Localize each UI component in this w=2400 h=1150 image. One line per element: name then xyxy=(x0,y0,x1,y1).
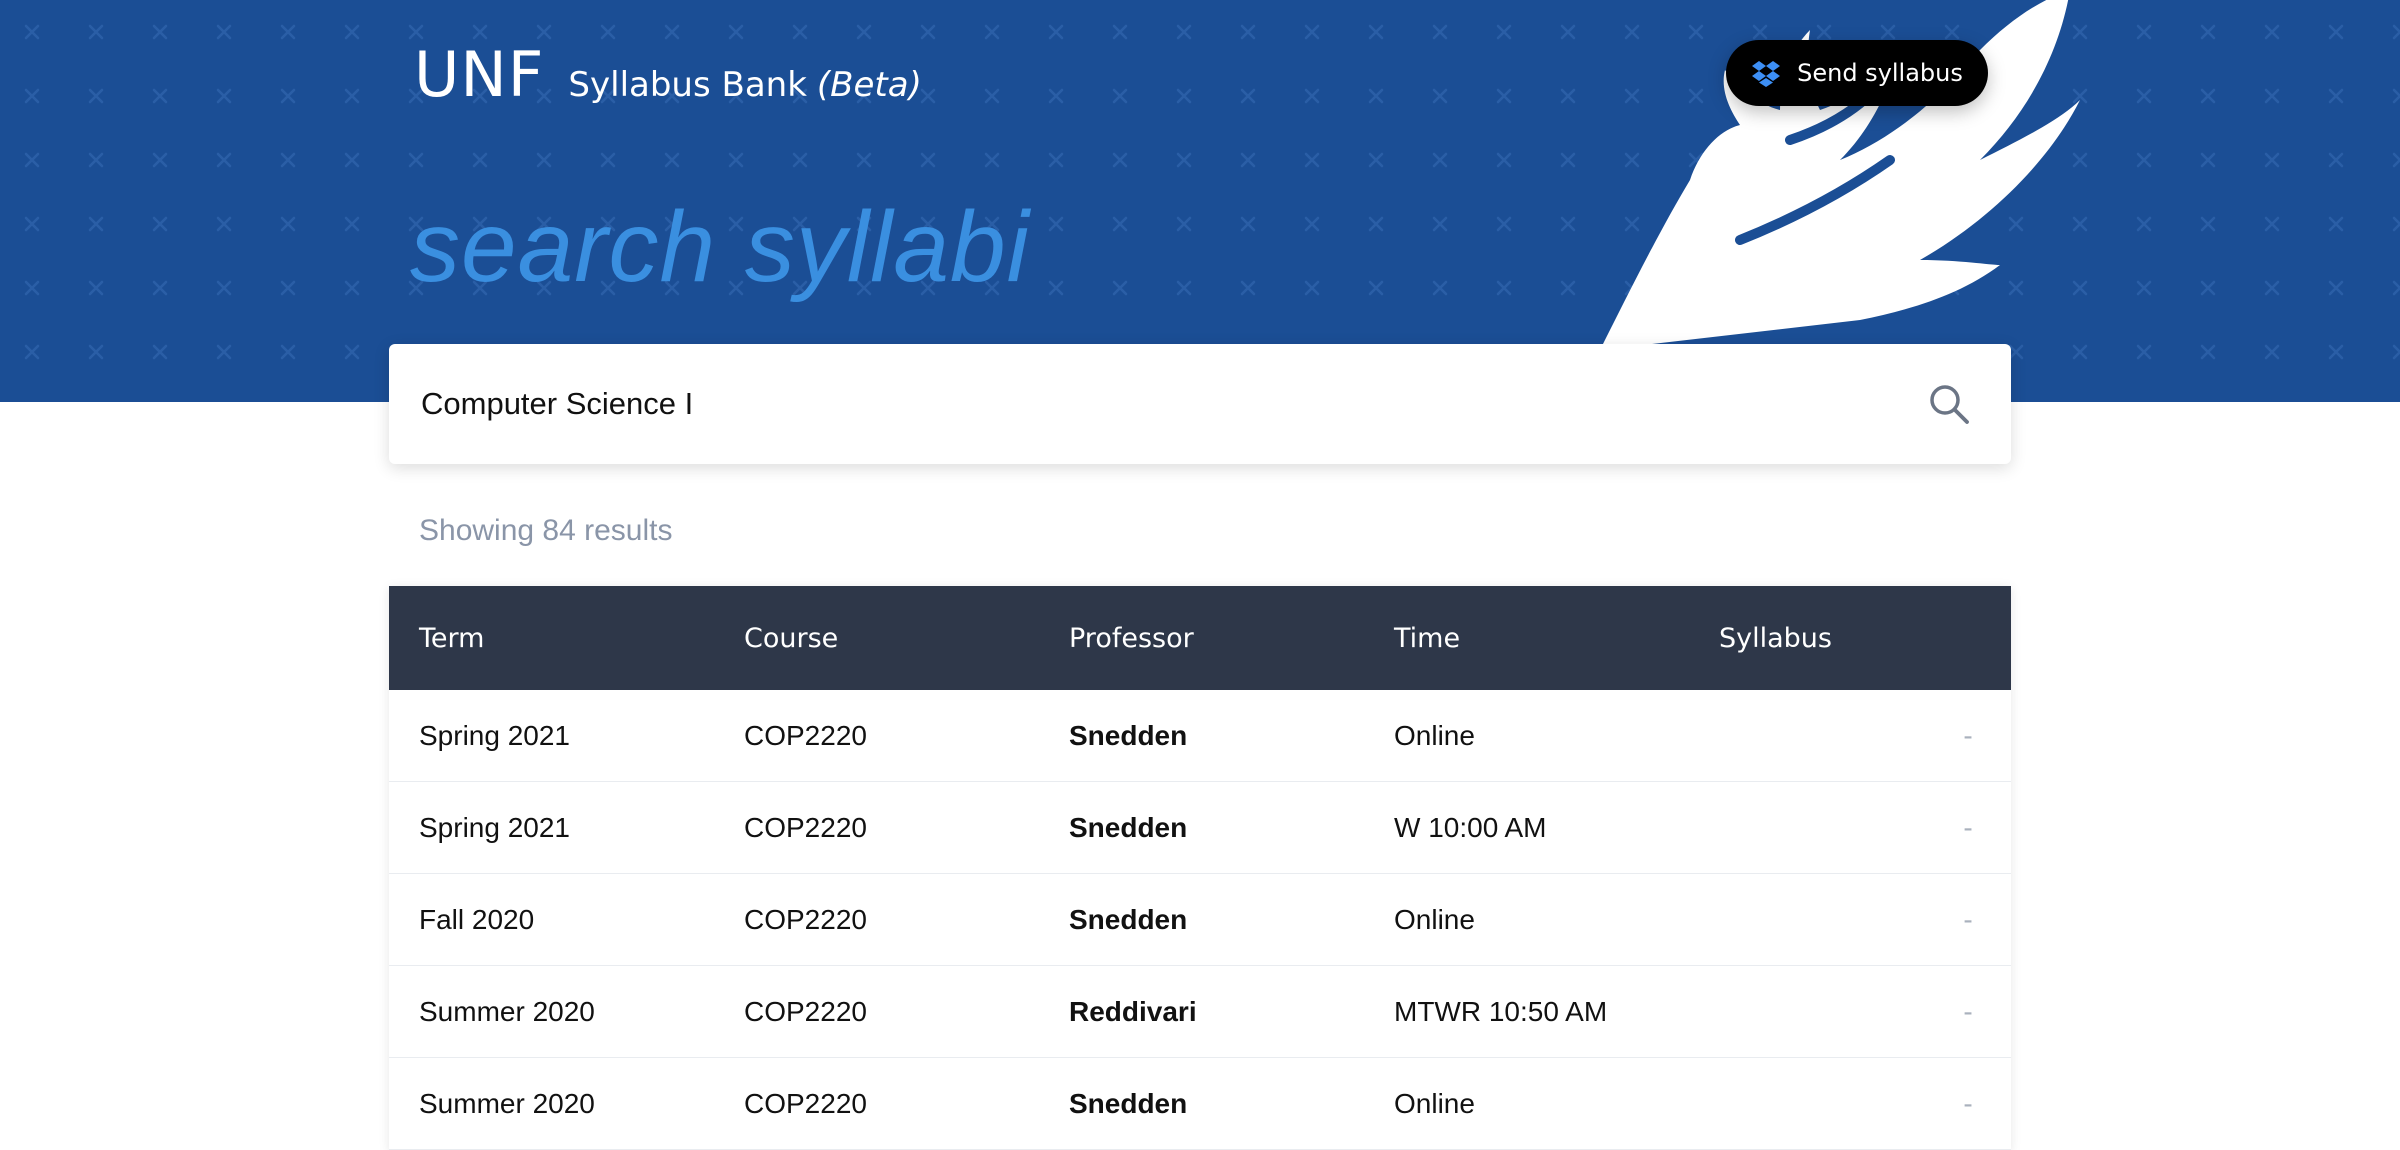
column-header-course[interactable]: Course xyxy=(714,623,1039,654)
brand-name-text: Syllabus Bank xyxy=(568,65,807,105)
brand[interactable]: UNF Syllabus Bank (Beta) xyxy=(414,38,922,111)
cell-term: Fall 2020 xyxy=(419,903,535,935)
cell-syllabus: - xyxy=(1963,1087,1973,1119)
cell-term: Summer 2020 xyxy=(419,1087,595,1119)
cell-course: COP2220 xyxy=(744,903,867,935)
cell-professor: Snedden xyxy=(1069,719,1188,751)
brand-beta: (Beta) xyxy=(816,65,922,105)
cell-syllabus: - xyxy=(1963,811,1973,843)
page-title: search syllabi xyxy=(410,191,1030,303)
table-row[interactable]: Spring 2021 COP2220 Snedden Online - xyxy=(389,690,2011,782)
send-syllabus-label: Send syllabus xyxy=(1797,59,1963,87)
table-row[interactable]: Summer 2020 COP2220 Snedden Online - xyxy=(389,1058,2011,1150)
cell-professor: Snedden xyxy=(1069,1087,1188,1119)
column-header-term[interactable]: Term xyxy=(389,623,714,654)
brand-name: Syllabus Bank (Beta) xyxy=(568,65,921,105)
cell-course: COP2220 xyxy=(744,719,867,751)
column-header-time[interactable]: Time xyxy=(1364,623,1689,654)
cell-syllabus: - xyxy=(1963,719,1973,751)
cell-professor: Reddivari xyxy=(1069,995,1197,1027)
cell-term: Spring 2021 xyxy=(419,719,571,751)
table-row[interactable]: Fall 2020 COP2220 Snedden Online - xyxy=(389,874,2011,966)
table-header: Term Course Professor Time Syllabus xyxy=(389,586,2011,690)
cell-professor: Snedden xyxy=(1069,903,1188,935)
cell-time: MTWR 10:50 AM xyxy=(1394,995,1608,1027)
cell-syllabus: - xyxy=(1963,903,1973,935)
cell-course: COP2220 xyxy=(744,1087,867,1119)
search-bar xyxy=(389,344,2011,464)
search-icon[interactable] xyxy=(1927,382,1971,426)
cell-time: W 10:00 AM xyxy=(1394,811,1547,843)
hero-banner: UNF Syllabus Bank (Beta) Send syllabus se… xyxy=(0,0,2400,402)
cell-course: COP2220 xyxy=(744,811,867,843)
cell-syllabus: - xyxy=(1963,995,1973,1027)
cell-professor: Snedden xyxy=(1069,811,1188,843)
send-syllabus-button[interactable]: Send syllabus xyxy=(1726,40,1988,106)
column-header-syllabus[interactable]: Syllabus xyxy=(1689,623,2011,654)
cell-time: Online xyxy=(1394,719,1475,751)
brand-logo: UNF xyxy=(414,38,545,111)
cell-term: Spring 2021 xyxy=(419,811,571,843)
results-count: Showing 84 results xyxy=(419,514,673,547)
cell-time: Online xyxy=(1394,903,1475,935)
results-table: Term Course Professor Time Syllabus Spri… xyxy=(389,586,2011,1150)
column-header-professor[interactable]: Professor xyxy=(1039,623,1364,654)
cell-course: COP2220 xyxy=(744,995,867,1027)
cell-time: Online xyxy=(1394,1087,1475,1119)
search-input[interactable] xyxy=(389,344,1927,464)
table-row[interactable]: Spring 2021 COP2220 Snedden W 10:00 AM - xyxy=(389,782,2011,874)
dropbox-icon xyxy=(1752,61,1781,87)
table-row[interactable]: Summer 2020 COP2220 Reddivari MTWR 10:50… xyxy=(389,966,2011,1058)
cell-term: Summer 2020 xyxy=(419,995,595,1027)
